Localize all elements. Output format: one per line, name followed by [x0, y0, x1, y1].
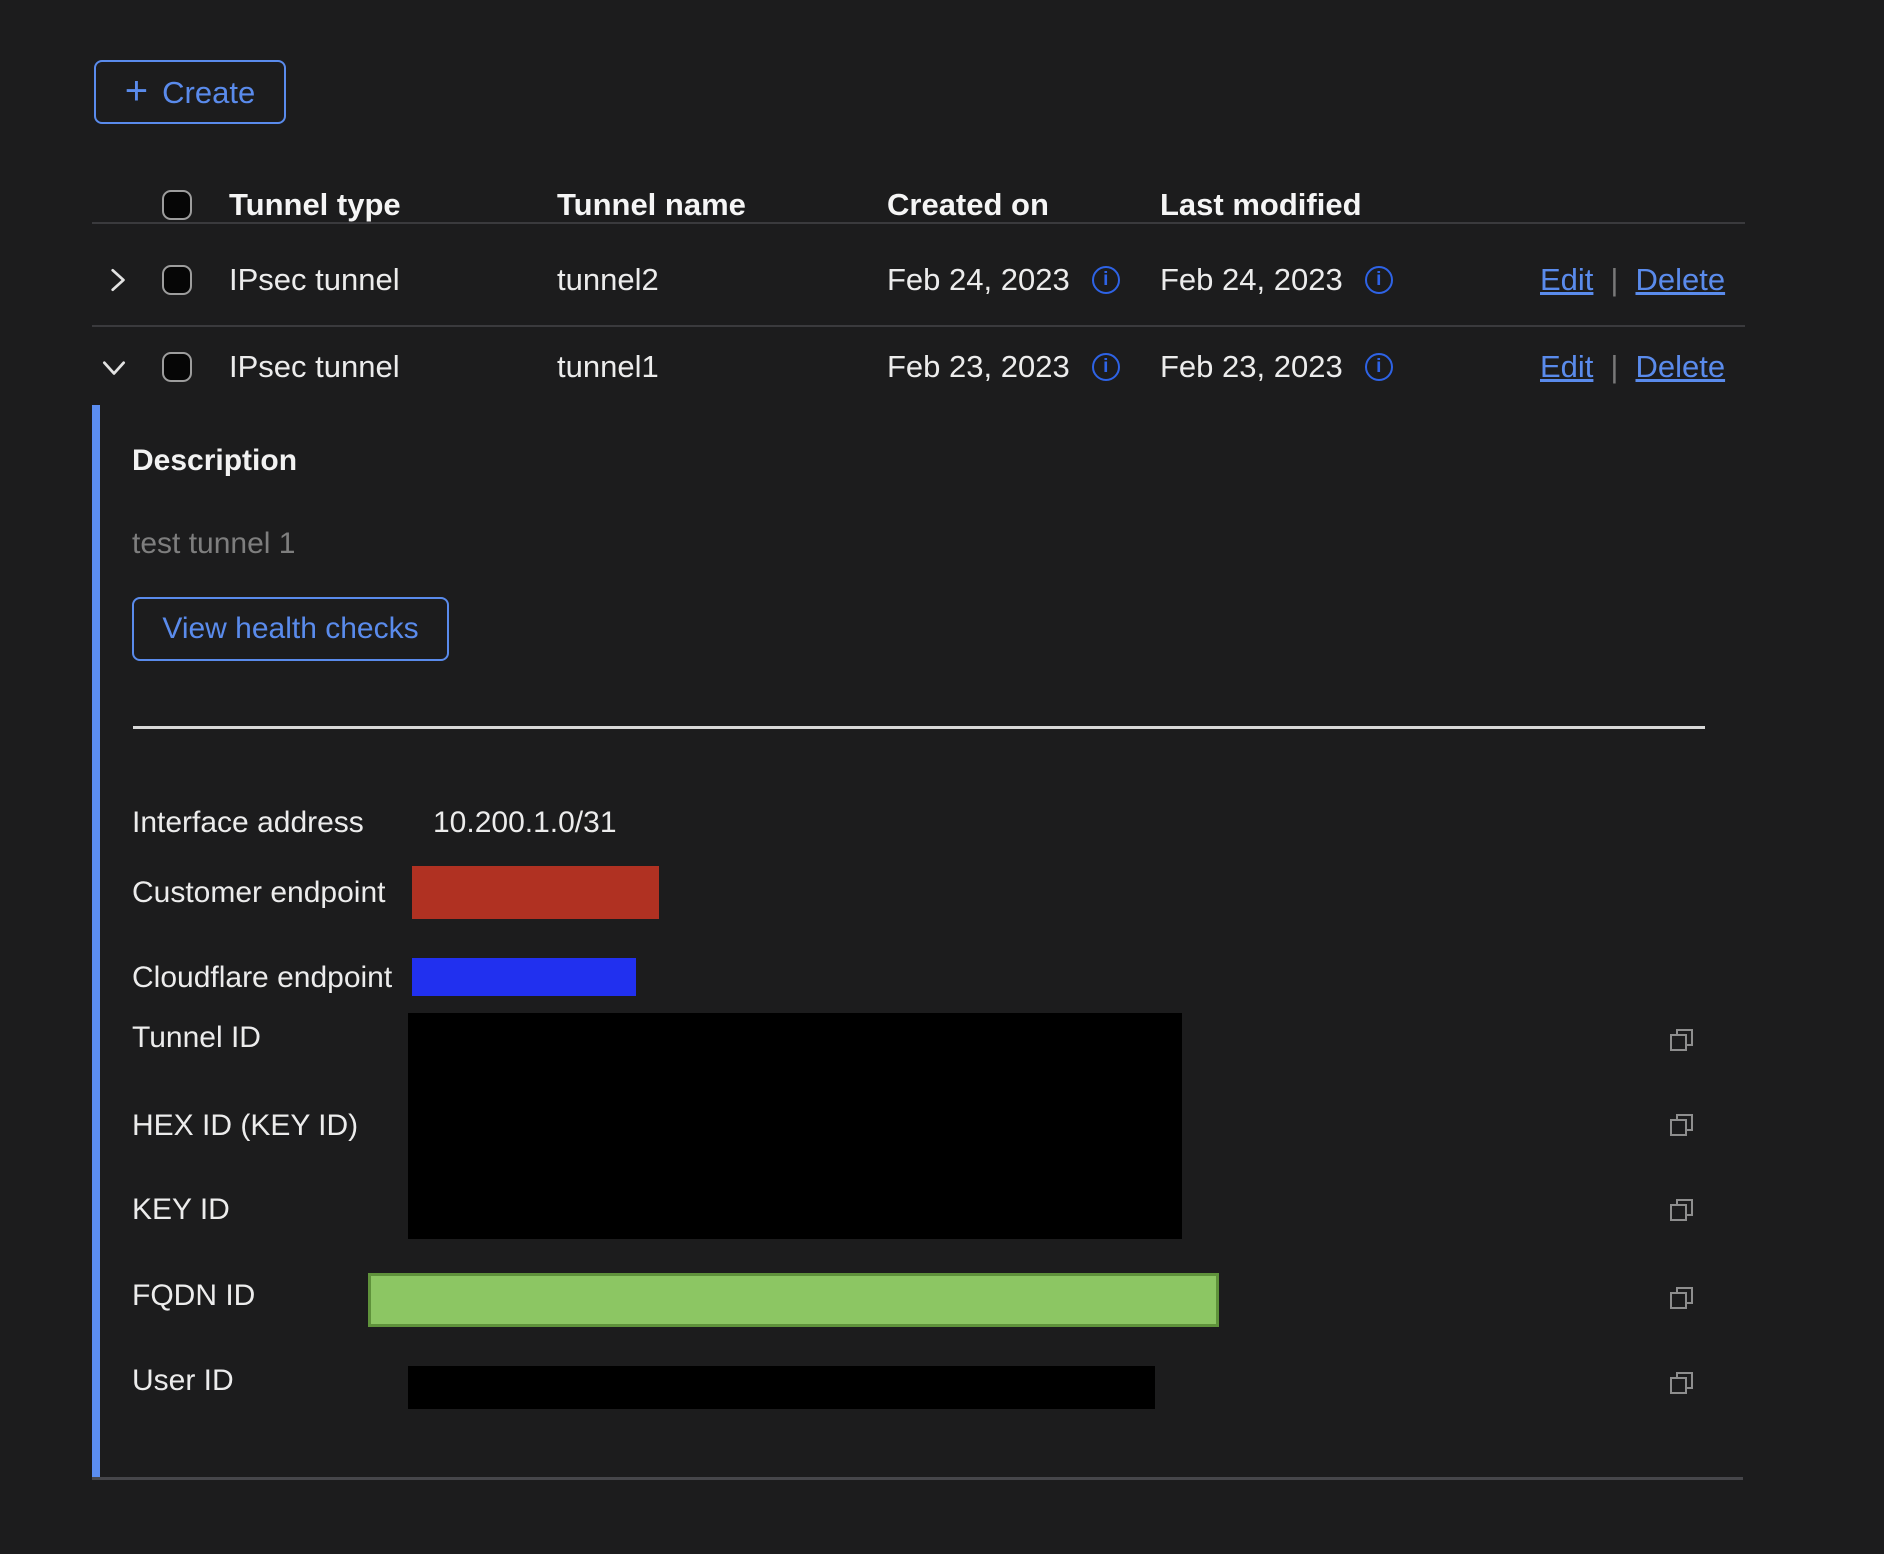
row-checkbox-tunnel1[interactable]: [162, 352, 192, 382]
info-icon[interactable]: i: [1092, 266, 1120, 294]
column-header-last-modified: Last modified: [1160, 187, 1362, 223]
info-icon[interactable]: i: [1092, 353, 1120, 381]
column-header-created-on: Created on: [887, 187, 1049, 223]
tunnel-type-cell: IPsec tunnel: [229, 349, 400, 385]
key-id-label: KEY ID: [132, 1193, 230, 1227]
tunnel-id-label: Tunnel ID: [132, 1021, 261, 1055]
user-id-redacted-value: [408, 1366, 1155, 1409]
ids-redacted-value-block: [408, 1013, 1182, 1239]
row-divider: [92, 325, 1745, 327]
create-button-label: Create: [162, 77, 255, 108]
row-checkbox-tunnel2[interactable]: [162, 265, 192, 295]
edit-link[interactable]: Edit: [1540, 349, 1593, 385]
action-separator: |: [1610, 262, 1618, 298]
last-modified-cell: Feb 23, 2023 i: [1160, 349, 1393, 385]
tunnel-name-cell: tunnel1: [557, 349, 659, 385]
user-id-label: User ID: [132, 1364, 234, 1398]
description-value: test tunnel 1: [132, 527, 295, 561]
copy-user-id-button[interactable]: [1668, 1369, 1696, 1397]
view-health-checks-label: View health checks: [162, 614, 418, 644]
hex-id-label: HEX ID (KEY ID): [132, 1109, 358, 1143]
info-icon[interactable]: i: [1365, 266, 1393, 294]
last-modified-date: Feb 23, 2023: [1160, 349, 1343, 385]
row-actions: Edit | Delete: [1540, 262, 1725, 298]
copy-key-id-button[interactable]: [1668, 1196, 1696, 1224]
created-on-cell: Feb 23, 2023 i: [887, 349, 1120, 385]
last-modified-cell: Feb 24, 2023 i: [1160, 262, 1393, 298]
interface-address-label: Interface address: [132, 806, 364, 840]
fqdn-id-label: FQDN ID: [132, 1279, 255, 1313]
tunnel-type-cell: IPsec tunnel: [229, 262, 400, 298]
select-all-checkbox[interactable]: [162, 190, 192, 220]
description-label: Description: [132, 444, 297, 478]
fqdn-id-redacted-value: [368, 1273, 1219, 1327]
cloudflare-endpoint-redacted-value: [412, 958, 636, 996]
chevron-right-icon[interactable]: [103, 266, 131, 294]
action-separator: |: [1610, 349, 1618, 385]
cloudflare-endpoint-label: Cloudflare endpoint: [132, 961, 392, 995]
section-divider: [133, 726, 1705, 729]
interface-address-value: 10.200.1.0/31: [433, 806, 617, 840]
view-health-checks-button[interactable]: View health checks: [132, 597, 449, 661]
tunnel-name-cell: tunnel2: [557, 262, 659, 298]
chevron-down-icon[interactable]: [100, 353, 128, 381]
create-button[interactable]: + Create: [94, 60, 286, 124]
created-on-cell: Feb 24, 2023 i: [887, 262, 1120, 298]
column-header-tunnel-type: Tunnel type: [229, 187, 401, 223]
customer-endpoint-label: Customer endpoint: [132, 876, 385, 910]
row-actions: Edit | Delete: [1540, 349, 1725, 385]
created-on-date: Feb 24, 2023: [887, 262, 1070, 298]
edit-link[interactable]: Edit: [1540, 262, 1593, 298]
copy-fqdn-id-button[interactable]: [1668, 1284, 1696, 1312]
expanded-row-indicator-bar: [92, 405, 100, 1478]
copy-hex-id-button[interactable]: [1668, 1111, 1696, 1139]
info-icon[interactable]: i: [1365, 353, 1393, 381]
customer-endpoint-redacted-value: [412, 866, 659, 919]
delete-link[interactable]: Delete: [1635, 262, 1725, 298]
column-header-tunnel-name: Tunnel name: [557, 187, 746, 223]
delete-link[interactable]: Delete: [1635, 349, 1725, 385]
created-on-date: Feb 23, 2023: [887, 349, 1070, 385]
expanded-row-bottom-border: [92, 1477, 1743, 1480]
tunnels-page: + Create Tunnel type Tunnel name Created…: [0, 0, 1884, 1554]
last-modified-date: Feb 24, 2023: [1160, 262, 1343, 298]
copy-tunnel-id-button[interactable]: [1668, 1026, 1696, 1054]
header-divider: [92, 222, 1745, 224]
